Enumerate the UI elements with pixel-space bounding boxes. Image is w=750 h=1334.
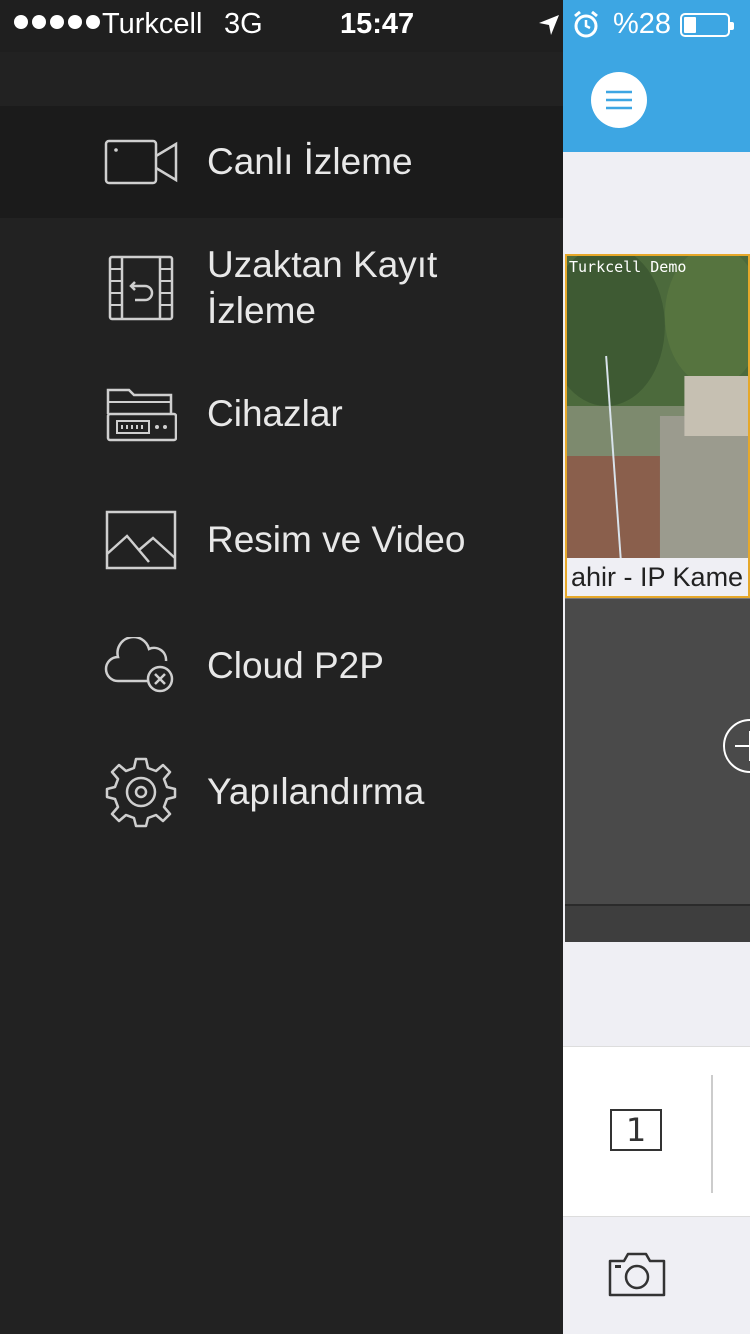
camera-feed-image [567, 256, 748, 560]
menu-item-label: Cihazlar [207, 393, 343, 434]
camera-tile[interactable]: Turkcell Demo ahir - IP Kame [565, 254, 750, 598]
menu-item-uzaktan-kayit[interactable]: Uzaktan Kayıt İzleme [0, 218, 563, 358]
network-type: 3G [224, 8, 263, 40]
snapshot-camera-icon[interactable] [608, 1251, 666, 1297]
image-icon [104, 503, 178, 577]
signal-strength-icon [14, 15, 100, 29]
menu-item-label: Canlı İzleme [207, 141, 413, 182]
film-replay-icon [104, 251, 178, 325]
camera-caption: ahir - IP Kame [567, 558, 748, 596]
toolbar-divider [711, 1075, 713, 1193]
bottom-bar [563, 1216, 750, 1334]
menu-item-canli-izleme[interactable]: Canlı İzleme [0, 106, 563, 218]
main-screen: Turkcell Demo ahir - IP Kame 1 [563, 52, 750, 1334]
cloud-disconnected-icon [104, 629, 178, 703]
menu-item-label: Uzaktan Kayıt İzleme [207, 244, 438, 331]
layout-toolbar: 1 [563, 1046, 750, 1217]
menu-item-yapilandirma[interactable]: Yapılandırma [0, 722, 563, 862]
battery-icon [680, 13, 734, 37]
clock-time: 15:47 [340, 8, 415, 40]
menu-item-label: Yapılandırma [207, 771, 425, 812]
menu-toggle-button[interactable] [591, 72, 647, 128]
menu-item-label: Resim ve Video [207, 519, 466, 560]
empty-camera-slot[interactable] [565, 598, 750, 941]
gear-icon [104, 755, 178, 829]
status-bar-left: Turkcell 3G 15:47 [0, 0, 563, 52]
single-layout-button[interactable]: 1 [610, 1109, 662, 1151]
menu-item-label: Cloud P2P [207, 645, 384, 686]
menu-item-resim-video[interactable]: Resim ve Video [0, 470, 563, 610]
empty-slot-footer [565, 904, 750, 942]
video-camera-icon [104, 125, 178, 199]
dvr-folder-icon [104, 377, 178, 451]
alarm-clock-icon [574, 11, 598, 38]
carrier-name: Turkcell [102, 8, 203, 40]
status-bar: Turkcell 3G 15:47 %28 [0, 0, 750, 52]
menu-item-cihazlar[interactable]: Cihazlar [0, 358, 563, 470]
menu-item-cloud-p2p[interactable]: Cloud P2P [0, 610, 563, 722]
camera-overlay-text: Turkcell Demo [569, 258, 687, 276]
add-camera-icon[interactable] [723, 719, 750, 773]
side-menu: Canlı İzleme Uzaktan Kayıt İzleme Cihazl… [0, 52, 563, 1334]
location-arrow-icon [539, 15, 559, 35]
battery-percent: %28 [613, 8, 672, 40]
hamburger-icon [606, 90, 632, 110]
nav-bar [563, 52, 750, 152]
